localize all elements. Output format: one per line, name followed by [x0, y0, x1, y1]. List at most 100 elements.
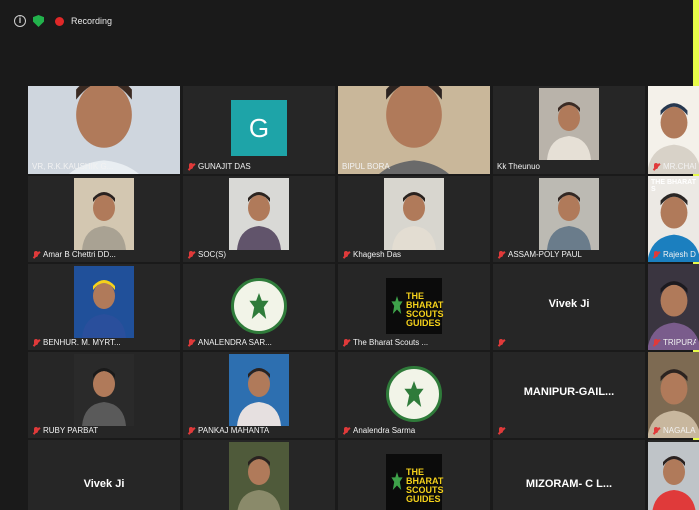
scouts-logo: THE BHARAT SCOUTS GUIDES — [386, 454, 444, 510]
participant-name: ASSAM-POLY PAUL — [508, 250, 582, 259]
participant-name-bar: NAGALA — [652, 426, 696, 435]
video-overlay-text: THE BHARAT S — [651, 179, 696, 193]
participant-tile[interactable]: VR, R.K.KAUSHIK G... — [28, 86, 180, 174]
encryption-shield-icon[interactable] — [33, 15, 44, 27]
participant-name-bar: Analendra Sarma — [342, 426, 486, 435]
participant-tile[interactable]: BENHUR. M. MYRT... — [28, 264, 180, 350]
participant-name: Analendra Sarma — [353, 426, 416, 435]
muted-microphone-icon — [187, 338, 195, 347]
muted-microphone-icon — [652, 426, 660, 435]
participant-tile[interactable]: THE BHARAT S Rajesh D — [648, 176, 699, 262]
participant-video — [74, 354, 134, 426]
participant-tile[interactable]: Vivek Ji — [28, 440, 180, 510]
participant-tile[interactable]: NAGALA — [648, 352, 699, 438]
participant-tile[interactable]: SOC(S) — [183, 176, 335, 262]
participant-tile[interactable]: MANIPUR-GAIL... — [493, 352, 645, 438]
muted-microphone-icon — [652, 250, 660, 259]
participant-tile[interactable]: Analendra Sarma — [338, 352, 490, 438]
participant-name-bar — [497, 427, 641, 435]
muted-microphone-icon — [32, 250, 40, 259]
participant-name: MR.CHAN — [663, 162, 696, 171]
muted-microphone-icon — [652, 162, 660, 171]
participant-tile[interactable]: MIZORAM- C L... — [493, 440, 645, 510]
participant-name-bar: The Bharat Scouts ... — [342, 338, 486, 347]
participant-name: Amar B Chettri DD... — [43, 250, 116, 259]
participant-name: BIPUL BORA — [342, 162, 390, 171]
participant-name-bar: PANKAJ MAHANTA — [187, 426, 331, 435]
participant-tile[interactable]: PANKAJ MAHANTA — [183, 352, 335, 438]
info-icon[interactable]: i — [14, 15, 26, 27]
logo-text: GUIDES — [406, 494, 441, 504]
muted-microphone-icon — [187, 162, 195, 171]
muted-microphone-icon — [342, 426, 350, 435]
participant-video — [648, 442, 699, 510]
participant-name-bar: Kk Theunuo — [497, 162, 641, 171]
participant-name: Khagesh Das — [353, 250, 402, 259]
muted-microphone-icon — [32, 426, 40, 435]
participant-name: Kk Theunuo — [497, 162, 540, 171]
participant-name-bar: ANALENDRA SAR... — [187, 338, 331, 347]
scouts-emblem-icon — [231, 278, 287, 334]
participant-name-bar: VR, R.K.KAUSHIK G... — [32, 162, 176, 171]
participant-tile[interactable]: BIPUL BORA — [338, 86, 490, 174]
participant-tile[interactable]: RUBY PARBAT — [28, 352, 180, 438]
participant-video — [229, 442, 289, 510]
participant-tile[interactable]: Vivek Ji — [493, 264, 645, 350]
participant-display-name: MIZORAM- C L... — [525, 478, 613, 490]
participant-tile[interactable]: Kk Theunuo — [493, 86, 645, 174]
participant-tile[interactable]: ASSAM-POLY PAUL — [493, 176, 645, 262]
fleur-de-lis-icon — [391, 296, 403, 314]
logo-text: THE BHARAT — [406, 291, 444, 310]
muted-microphone-icon — [497, 250, 505, 259]
participant-name: ANALENDRA SAR... — [198, 338, 272, 347]
participant-tile[interactable]: G GUNAJIT DAS — [183, 86, 335, 174]
scouts-emblem-icon — [386, 366, 442, 422]
muted-microphone-icon — [342, 338, 350, 347]
participant-display-name: Vivek Ji — [548, 298, 590, 310]
fleur-de-lis-icon — [249, 293, 269, 319]
participant-video — [384, 178, 444, 250]
meeting-window: i Recording VR, R.K.KAUSHIK G... G GUNAJIT… — [0, 0, 699, 510]
muted-microphone-icon — [32, 338, 40, 347]
participant-name-bar: GUNAJIT DAS — [187, 162, 331, 171]
participant-name-bar: BIPUL BORA — [342, 162, 486, 171]
participant-name: NAGALA — [663, 426, 696, 435]
participant-display-name: MANIPUR-GAIL... — [523, 386, 615, 398]
participant-name: GUNAJIT DAS — [198, 162, 251, 171]
participant-name-bar: SOC(S) — [187, 250, 331, 259]
participant-name: Rajesh D — [663, 250, 696, 259]
participant-tile[interactable]: Khagesh Das — [338, 176, 490, 262]
gallery-view-grid: VR, R.K.KAUSHIK G... G GUNAJIT DAS BIPUL BO… — [28, 86, 699, 510]
participant-name: PANKAJ MAHANTA — [198, 426, 270, 435]
participant-video — [539, 178, 599, 250]
scouts-logo: THE BHARAT SCOUTS GUIDES — [386, 278, 444, 334]
participant-name: VR, R.K.KAUSHIK G... — [32, 162, 114, 171]
recording-label: Recording — [71, 16, 113, 26]
muted-microphone-icon — [497, 339, 505, 347]
muted-microphone-icon — [342, 250, 350, 259]
participant-name-bar — [497, 339, 641, 347]
logo-text: GUIDES — [406, 318, 441, 328]
participant-tile[interactable]: TRIPURA — [648, 264, 699, 350]
scouts-logo — [386, 366, 442, 422]
participant-name-bar: MR.CHAN — [652, 162, 696, 171]
participant-display-name: Vivek Ji — [83, 478, 125, 490]
participant-name-bar: Rajesh D — [652, 250, 696, 259]
participant-video — [74, 178, 134, 250]
participant-name-bar: RUBY PARBAT — [32, 426, 176, 435]
participant-tile[interactable] — [648, 440, 699, 510]
participant-video — [229, 354, 289, 426]
participant-name: TRIPURA — [663, 338, 696, 347]
muted-microphone-icon — [652, 338, 660, 347]
participant-video — [338, 86, 490, 174]
muted-microphone-icon — [187, 426, 195, 435]
participant-tile[interactable]: ANALENDRA SAR... — [183, 264, 335, 350]
participant-tile[interactable]: THE BHARAT SCOUTS GUIDES The Bharat Scouts … — [338, 264, 490, 350]
participant-tile[interactable] — [183, 440, 335, 510]
participant-tile[interactable]: MR.CHAN — [648, 86, 699, 174]
avatar: G — [231, 100, 287, 156]
participant-video — [229, 178, 289, 250]
participant-tile[interactable]: THE BHARAT SCOUTS GUIDES — [338, 440, 490, 510]
participant-tile[interactable]: Amar B Chettri DD... — [28, 176, 180, 262]
participant-name: BENHUR. M. MYRT... — [43, 338, 121, 347]
